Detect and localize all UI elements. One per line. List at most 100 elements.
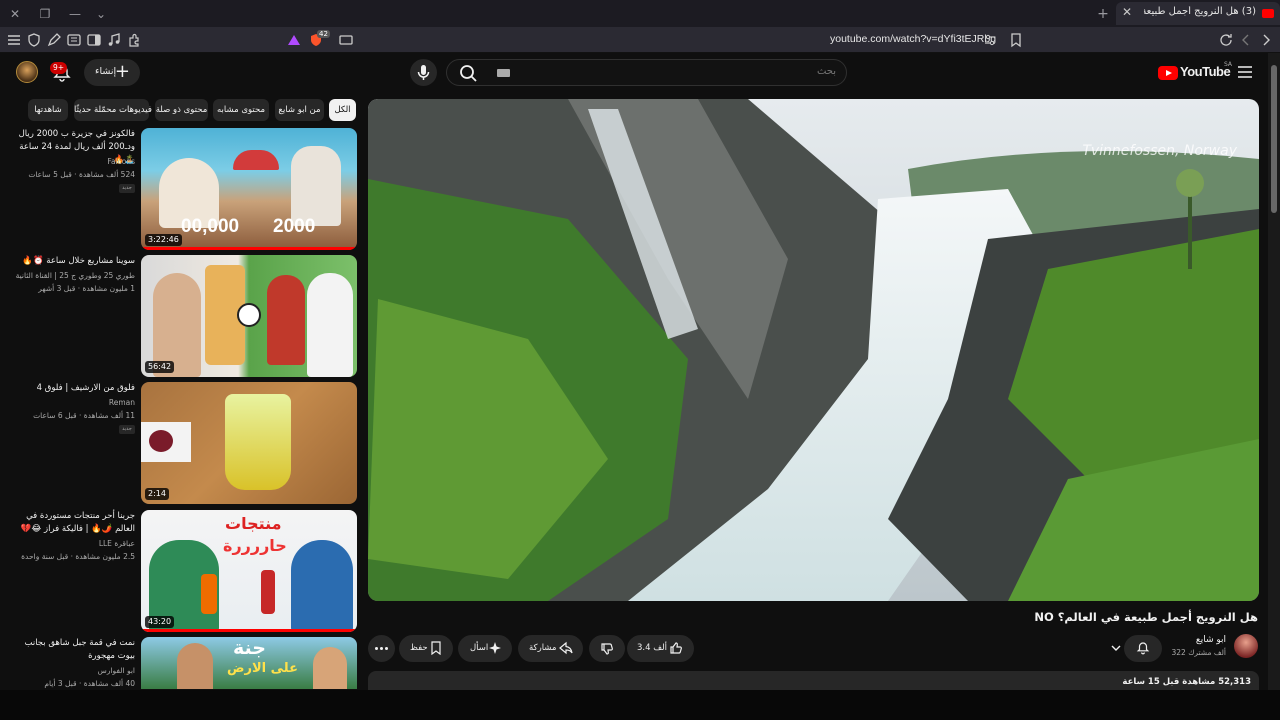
chip-all[interactable]: الكل — [329, 99, 356, 121]
thumbnail-text: منتجات — [225, 514, 282, 533]
new-tab-plus-icon[interactable]: + — [1094, 5, 1112, 23]
search-icon[interactable] — [454, 59, 482, 87]
related-thumbnail[interactable]: منتجات حاررررة 43:20 — [141, 510, 357, 632]
watch-progress-bar — [141, 629, 357, 632]
share-button[interactable]: مشاركة — [518, 635, 583, 662]
shield-count-badge: 42 — [317, 30, 330, 38]
pen-icon[interactable] — [46, 32, 62, 48]
channel-name[interactable]: ابو شايع — [1196, 635, 1226, 645]
sidebar-icon[interactable] — [86, 32, 102, 48]
channel-avatar[interactable] — [1234, 634, 1258, 658]
reload-icon[interactable] — [1218, 32, 1234, 48]
plus-icon: + — [114, 61, 130, 82]
new-badge: جديد — [119, 425, 135, 434]
youtube-favicon-icon — [1262, 9, 1274, 18]
chip-similar[interactable]: محتوى مشابه — [213, 99, 269, 121]
related-title[interactable]: جربنا أحر منتجات مستوردة في العالم 🌶️🔥 |… — [10, 510, 135, 536]
related-channel[interactable]: ابو الفوارس — [10, 664, 135, 677]
video-duration: 2:14 — [145, 488, 169, 500]
related-thumbnail[interactable]: 2:14 — [141, 382, 357, 504]
forward-icon[interactable] — [1258, 32, 1274, 48]
thumbnail-drink — [225, 394, 291, 490]
related-thumbnail[interactable]: 56:42 — [141, 255, 357, 377]
related-title[interactable]: فلوق من الارشيف | فلوق 4 — [10, 382, 135, 395]
save-label: حفظ — [410, 643, 428, 653]
youtube-play-icon — [1158, 66, 1178, 80]
share-label: مشاركة — [529, 643, 557, 653]
window-close-icon[interactable]: ✕ — [6, 5, 24, 23]
video-player[interactable]: Tvinnefossen, Norway — [368, 99, 1259, 601]
extensions-icon[interactable] — [126, 32, 142, 48]
dislike-button[interactable] — [589, 635, 625, 662]
tab-close-icon[interactable]: ✕ — [1122, 5, 1132, 19]
back-icon[interactable] — [1238, 32, 1254, 48]
triangle-logo-icon[interactable] — [286, 32, 302, 48]
display-icon[interactable] — [338, 32, 354, 48]
related-meta: 524 ألف مشاهدة · قبل 5 ساعات — [28, 170, 135, 179]
chip-watched[interactable]: شاهدتها — [28, 99, 68, 121]
share-icon — [559, 641, 573, 655]
thumbnail-text: على الارض — [227, 661, 298, 676]
youtube-header: بحث — [0, 53, 1268, 93]
notifications-toggle-button[interactable] — [1124, 635, 1162, 662]
bookmark-icon[interactable] — [1008, 32, 1024, 48]
reader-icon[interactable] — [66, 32, 82, 48]
chip-related[interactable]: محتوى ذو صلة — [155, 99, 208, 121]
account-avatar[interactable] — [16, 61, 38, 83]
chip-from-channel[interactable]: من ابو شايع — [275, 99, 324, 121]
related-title[interactable]: سوينا مشاريع خلال ساعة ⏰🔥 — [10, 255, 135, 268]
address-bar-url[interactable]: youtube.com/watch?v=dYfi3tEJRbg — [830, 33, 996, 45]
tab-list-chevron-icon[interactable]: ⌄ — [92, 5, 110, 23]
window-minimize-icon[interactable]: — — [66, 5, 84, 23]
related-channel[interactable]: Reman — [10, 396, 135, 409]
notification-count-badge: 9+ — [50, 62, 68, 74]
menu-icon[interactable] — [6, 32, 22, 48]
more-actions-button[interactable] — [368, 635, 395, 662]
shield-icon[interactable] — [26, 32, 42, 48]
window-restore-icon[interactable]: ❐ — [36, 5, 54, 23]
create-label: إنشاء — [95, 66, 117, 77]
related-title[interactable]: نمت في قمة جبل شاهق بجانب بيوت مهجورة — [10, 637, 135, 663]
thumbs-down-icon — [601, 643, 613, 655]
bell-icon — [1136, 642, 1150, 655]
search-input[interactable]: بحث — [446, 59, 847, 86]
youtube-logo[interactable]: YouTube SA — [1158, 61, 1232, 82]
related-channel[interactable]: عباقرة LLE — [10, 537, 135, 550]
subscription-options-button[interactable] — [1102, 635, 1128, 662]
related-meta: 2.5 مليون مشاهدة · قبل سنة واحدة — [21, 552, 135, 561]
related-channel[interactable]: طوري 25 وطوري ج 25 | القناة الثانية — [10, 269, 135, 282]
tab-title: (3) هل النرويج أجمل طبيعة في — [1144, 6, 1256, 17]
related-thumbnail[interactable]: 00,000 2000 3:22:46 — [141, 128, 357, 250]
subscriber-count: 322 ألف مشترك — [1171, 648, 1226, 657]
stopwatch-icon — [237, 303, 261, 327]
save-button[interactable]: حفظ — [399, 635, 453, 662]
thumbnail-fruit — [149, 430, 173, 452]
page-scrollbar[interactable] — [1268, 53, 1280, 690]
browser-tab[interactable]: ✕ (3) هل النرويج أجمل طبيعة في — [1116, 2, 1280, 25]
like-button[interactable]: 3.4 ألف — [627, 635, 694, 662]
video-duration: 3:22:46 — [145, 234, 182, 246]
thumbnail-figure — [177, 643, 213, 689]
guide-menu-icon[interactable] — [1238, 66, 1252, 78]
ask-button[interactable]: اسأل — [458, 635, 512, 662]
create-button[interactable]: إنشاء + — [84, 59, 140, 86]
taskbar-area — [0, 690, 1280, 720]
related-channel[interactable]: Falcons — [10, 155, 135, 168]
site-settings-icon[interactable] — [982, 32, 998, 48]
related-thumbnail[interactable]: جنة على الارض — [141, 637, 357, 689]
description-box[interactable]: 52,313 مشاهدة قبل 15 ساعة — [368, 671, 1259, 691]
video-title: هل النرويج أجمل طبيعة في العالم؟ NO — [1034, 610, 1258, 624]
related-meta: 1 مليون مشاهدة · قبل 3 أشهر — [38, 284, 135, 293]
music-icon[interactable] — [106, 32, 122, 48]
scrollbar-thumb[interactable] — [1271, 65, 1277, 213]
keyboard-icon[interactable] — [497, 69, 510, 77]
view-count-and-date: 52,313 مشاهدة قبل 15 ساعة — [1122, 677, 1251, 687]
thumbnail-figure — [267, 275, 305, 365]
thumbnail-text: حاررررة — [223, 536, 287, 555]
thumbnail-text-right: 2000 — [273, 216, 316, 237]
thumbs-up-icon — [670, 642, 682, 654]
voice-search-button[interactable] — [410, 59, 437, 86]
thumbnail-text-left: 00,000 — [181, 216, 240, 237]
chip-recent-uploads[interactable]: فيديوهات محمّلة حديثًا — [74, 99, 152, 121]
watch-progress-bar — [141, 247, 357, 250]
